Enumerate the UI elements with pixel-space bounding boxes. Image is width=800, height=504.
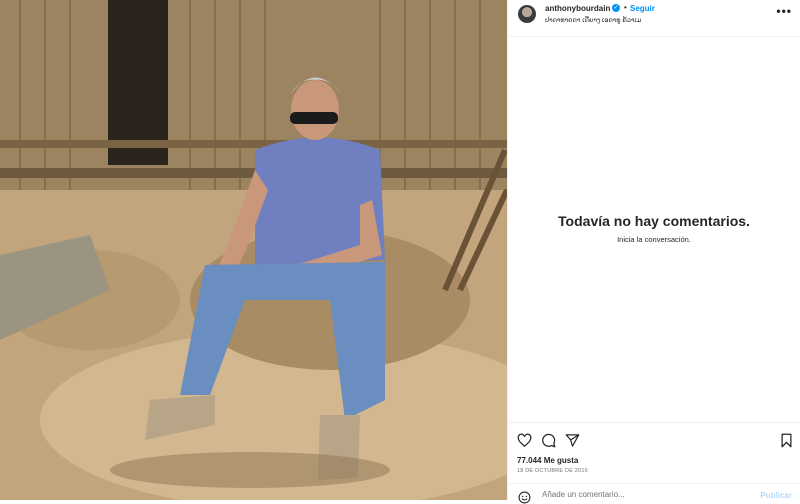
emoji-icon[interactable] [518,491,531,504]
no-comments-subtitle: Inicia la conversación. [617,235,691,244]
photo-scene [0,0,507,500]
no-comments-title: Todavía no hay comentarios. [558,213,750,229]
heart-icon[interactable] [517,433,532,448]
post-header: anthonybourdain ✓ • Seguir ປາດາທາດດາ ເດີ… [508,0,800,37]
bookmark-icon[interactable] [779,433,794,448]
separator-dot: • [624,3,627,12]
verified-badge-icon: ✓ [612,4,620,12]
comment-input[interactable] [540,489,754,500]
post-image[interactable] [0,0,507,500]
post-date[interactable]: 18 DE OCTUBRE DE 2016 [517,468,588,474]
username-link[interactable]: anthonybourdain [545,4,610,13]
share-icon[interactable] [565,433,580,448]
follow-button[interactable]: Seguir [630,4,655,13]
avatar[interactable] [518,5,536,23]
comment-compose-bar: Publicar [508,483,800,504]
publish-button[interactable]: Publicar [760,491,792,500]
action-bar [508,422,800,457]
likes-count[interactable]: 77.044 Me gusta [517,456,578,465]
location-link[interactable]: ປາດາທາດດາ ເດີຍາງ ເອດາທູ ຄ້ວາເມ [545,16,641,24]
comment-icon[interactable] [541,433,556,448]
post-side-panel: anthonybourdain ✓ • Seguir ປາດາທາດດາ ເດີ… [507,0,800,504]
more-options-icon[interactable]: ••• [776,4,792,18]
